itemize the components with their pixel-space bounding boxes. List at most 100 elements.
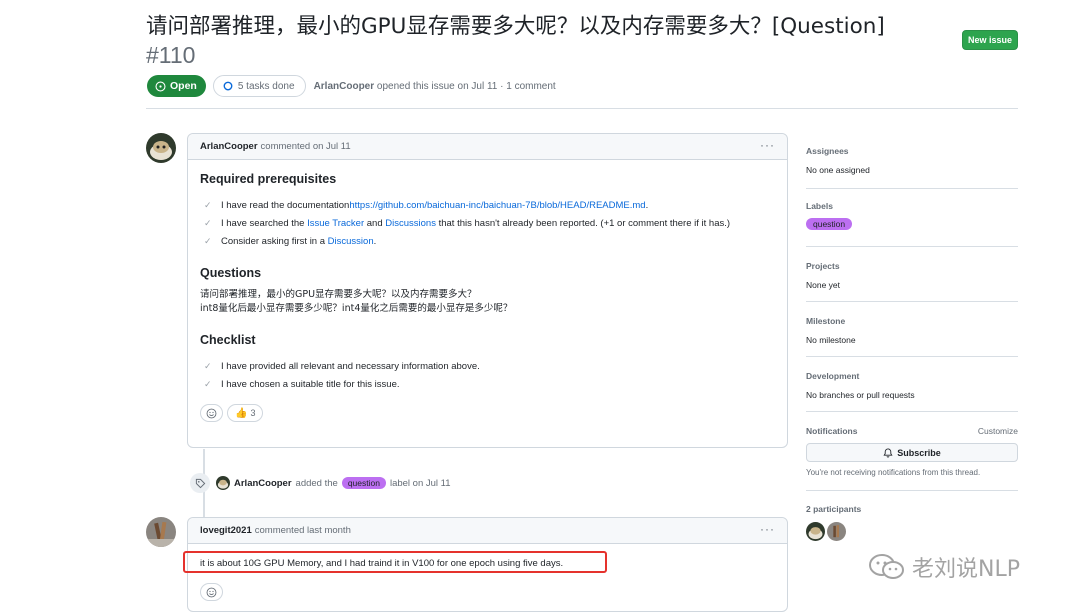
assignees-value: No one assigned — [806, 165, 870, 175]
task-text: Consider asking first in a — [221, 235, 328, 247]
wechat-icon — [869, 554, 904, 579]
comment-timestamp[interactable]: commented on Jul 11 — [261, 141, 351, 152]
task-item: ✓ I have searched the Issue Tracker and … — [200, 214, 775, 232]
development-section[interactable]: Development No branches or pull requests — [806, 371, 1018, 400]
reaction-count: 3 — [250, 408, 256, 418]
thumbs-up-icon: 👍 — [235, 407, 248, 419]
question-label[interactable]: question — [341, 477, 386, 489]
issue-tracker-link[interactable]: Issue Tracker — [307, 218, 364, 229]
sidebar-divider — [806, 246, 1018, 247]
customize-link[interactable]: Customize — [978, 426, 1018, 436]
thumbs-up-reaction[interactable]: 👍 3 — [227, 404, 264, 422]
task-text: I have chosen a suitable title for this … — [221, 378, 400, 390]
watermark-text: 老刘说NLP — [912, 557, 1020, 582]
status-label: Open — [170, 80, 197, 92]
issue-meta: Open 5 tasks done ArlanCooper opened thi… — [147, 75, 556, 97]
section-heading: Questions — [200, 266, 262, 280]
issue-open-icon — [155, 80, 166, 92]
issue-opened-text: opened this issue on Jul 11 · 1 comment — [376, 80, 556, 92]
participants-heading: 2 participants — [806, 504, 862, 514]
task-item: ✓ I have chosen a suitable title for thi… — [200, 375, 775, 393]
comment-timestamp[interactable]: commented last month — [255, 525, 351, 536]
avatar[interactable] — [146, 133, 176, 163]
reactions-bar — [200, 583, 775, 601]
sidebar-divider — [806, 490, 1018, 491]
event-actor[interactable]: ArlanCooper — [234, 478, 292, 489]
participant-avatar[interactable] — [827, 522, 846, 541]
issue-opened-by: ArlanCooper opened this issue on Jul 11 … — [314, 81, 556, 92]
notifications-section: Notifications Customize Subscribe You're… — [806, 426, 1018, 477]
comment-author[interactable]: lovegit2021 — [200, 525, 252, 536]
sidebar-divider — [806, 356, 1018, 357]
new-issue-button[interactable]: New issue — [962, 30, 1018, 50]
header-divider — [146, 108, 1018, 109]
assignees-section[interactable]: Assignees No one assigned — [806, 146, 1018, 175]
more-options-icon[interactable]: ··· — [760, 523, 775, 535]
projects-heading: Projects — [806, 261, 840, 271]
highlight-box — [183, 551, 607, 573]
assignees-heading: Assignees — [806, 146, 849, 156]
development-value: No branches or pull requests — [806, 390, 915, 400]
labels-heading: Labels — [806, 201, 833, 211]
milestone-section[interactable]: Milestone No milestone — [806, 316, 1018, 345]
labels-section[interactable]: Labels question — [806, 201, 1018, 230]
comment-body: Required prerequisites ✓ I have read the… — [188, 172, 787, 422]
notifications-note: You're not receiving notifications from … — [806, 468, 981, 477]
discussion-link[interactable]: Discussion — [328, 236, 374, 247]
check-icon[interactable]: ✓ — [204, 361, 214, 372]
participant-avatar[interactable] — [806, 522, 825, 541]
issue-number: #110 — [146, 42, 196, 68]
add-reaction-button[interactable] — [200, 583, 223, 601]
sidebar-divider — [806, 188, 1018, 189]
task-text: I have read the documentation — [221, 199, 350, 211]
status-badge: Open — [147, 75, 206, 97]
issue-title: 请问部署推理，最小的GPU显存需要多大呢？以及内存需要多大？[Question]… — [146, 12, 946, 71]
event-text: added the — [295, 477, 338, 489]
progress-circle-icon — [223, 81, 233, 91]
sidebar-divider — [806, 411, 1018, 412]
reactions-bar: 👍 3 — [200, 404, 775, 422]
event-text-end: label on Jul 11 — [389, 477, 451, 489]
task-text: I have provided all relevant and necessa… — [221, 360, 480, 372]
issue-title-text: 请问部署推理，最小的GPU显存需要多大呢？以及内存需要多大？[Question] — [146, 14, 885, 39]
question-line: int8量化后最小显存需要多少呢？int4量化之后需要的最小显存是多少呢？ — [200, 303, 513, 314]
check-icon[interactable]: ✓ — [204, 218, 214, 229]
readme-link[interactable]: https://github.com/baichuan-inc/baichuan… — [349, 200, 645, 211]
sidebar-divider — [806, 301, 1018, 302]
projects-section[interactable]: Projects None yet — [806, 261, 1018, 290]
milestone-value: No milestone — [806, 335, 856, 345]
comment-author[interactable]: ArlanCooper — [200, 141, 258, 152]
issue-author-link[interactable]: ArlanCooper — [314, 81, 375, 92]
development-heading: Development — [806, 371, 860, 381]
milestone-heading: Milestone — [806, 316, 846, 326]
subscribe-label: Subscribe — [897, 447, 941, 458]
check-icon[interactable]: ✓ — [204, 200, 214, 211]
avatar-cat-icon — [146, 133, 176, 163]
timeline-event: ArlanCooper added the question label on … — [190, 473, 451, 493]
tag-icon — [190, 473, 210, 493]
task-item: ✓ Consider asking first in a Discussion … — [200, 232, 775, 250]
participants-avatars — [806, 522, 1018, 541]
section-heading: Required prerequisites — [200, 172, 337, 186]
subscribe-button[interactable]: Subscribe — [806, 443, 1018, 462]
comment-card: ArlanCooper commented on Jul 11 ··· Requ… — [187, 133, 788, 448]
bell-icon — [883, 447, 893, 457]
notifications-title: Notifications — [806, 426, 858, 436]
add-reaction-button[interactable] — [200, 404, 223, 422]
question-label[interactable]: question — [806, 218, 853, 230]
check-icon[interactable]: ✓ — [204, 379, 214, 390]
task-text-end: . — [645, 199, 649, 211]
discussions-link[interactable]: Discussions — [385, 218, 436, 229]
avatar-photo-icon — [146, 517, 176, 547]
more-options-icon[interactable]: ··· — [760, 139, 775, 151]
tasks-badge[interactable]: 5 tasks done — [212, 75, 306, 97]
smiley-icon — [206, 408, 217, 418]
question-line: 请问部署推理，最小的GPU显存需要多大呢？以及内存需要多大？ — [200, 289, 477, 300]
avatar[interactable] — [146, 517, 176, 547]
participants-section: 2 participants — [806, 504, 1018, 541]
task-text-end: that this hasn't already been reported. … — [435, 217, 731, 229]
check-icon[interactable]: ✓ — [204, 236, 214, 247]
tasks-label: 5 tasks done — [237, 80, 295, 92]
task-text-end: . — [373, 235, 377, 247]
event-avatar[interactable] — [216, 476, 230, 490]
